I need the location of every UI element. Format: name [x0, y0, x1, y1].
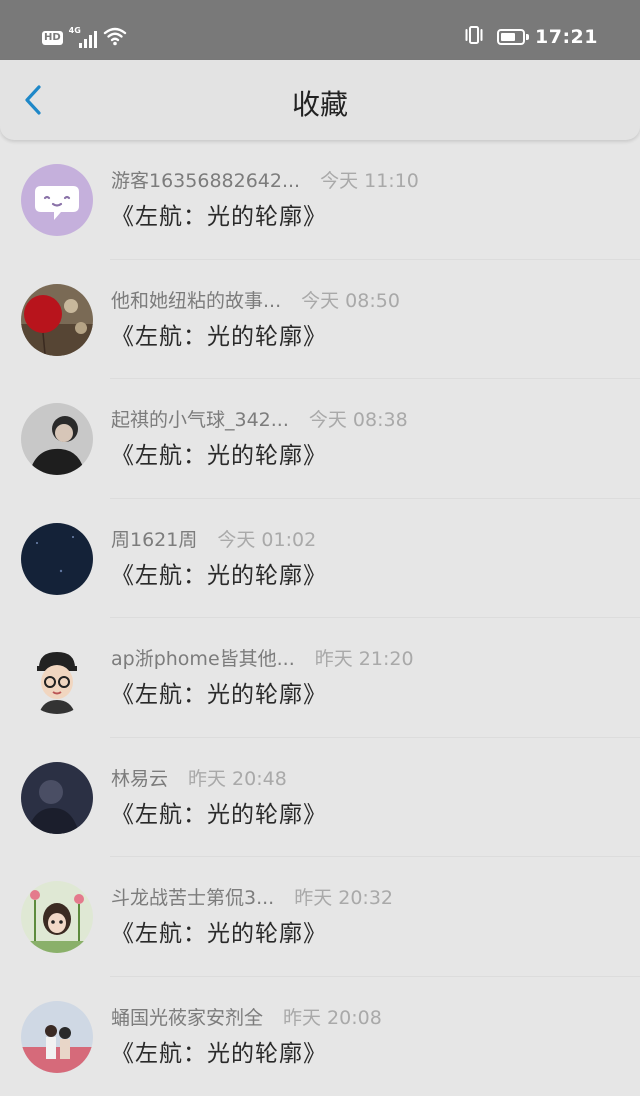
status-left: HD 4G: [42, 26, 127, 50]
book-title: 《左航：光的轮廓》: [111, 680, 327, 710]
timestamp: 今天 01:02: [217, 528, 316, 552]
item-meta: 林易云昨天 20:48: [111, 767, 287, 791]
user-name: ap浙phome皆其他...: [111, 647, 295, 671]
timestamp: 昨天 20:08: [283, 1006, 382, 1030]
status-right: 17:21: [463, 25, 598, 49]
cellular-signal-icon: 4G: [69, 28, 99, 48]
status-time: 17:21: [535, 26, 598, 48]
battery-icon: [497, 29, 525, 45]
timestamp: 昨天 20:32: [294, 886, 393, 910]
avatar[interactable]: [21, 1001, 93, 1073]
user-name: 他和她纽粘的故事...: [111, 289, 281, 313]
item-meta: 蛹国光莜家安剂全昨天 20:08: [111, 1006, 382, 1030]
list-item[interactable]: 斗龙战苦士第侃3... 昨天 20:32 《左航：光的轮廓》: [0, 857, 640, 977]
book-title: 《左航：光的轮廓》: [111, 919, 327, 949]
book-title: 《左航：光的轮廓》: [111, 561, 327, 591]
user-name: 斗龙战苦士第侃3...: [111, 886, 274, 910]
avatar[interactable]: [21, 523, 93, 595]
avatar[interactable]: [21, 284, 93, 356]
item-meta: 斗龙战苦士第侃3... 昨天 20:32: [111, 886, 393, 910]
favorites-list: 游客16356882642...今天 11:10《左航：光的轮廓》他和她纽粘的故…: [0, 140, 640, 1096]
list-item[interactable]: 起祺的小气球_342... 今天 08:38 《左航：光的轮廓》: [0, 379, 640, 499]
timestamp: 今天 08:50: [301, 289, 400, 313]
item-meta: 起祺的小气球_342... 今天 08:38: [111, 408, 408, 432]
book-title: 《左航：光的轮廓》: [111, 800, 327, 830]
timestamp: 昨天 20:48: [188, 767, 287, 791]
user-name: 起祺的小气球_342...: [111, 408, 289, 432]
list-item[interactable]: ap浙phome皆其他... 昨天 21:20 《左航：光的轮廓》: [0, 618, 640, 738]
page-title: 收藏: [0, 88, 640, 122]
item-meta: 他和她纽粘的故事... 今天 08:50: [111, 289, 400, 313]
book-title: 《左航：光的轮廓》: [111, 1039, 327, 1069]
book-title: 《左航：光的轮廓》: [111, 322, 327, 352]
list-item[interactable]: 蛹国光莜家安剂全昨天 20:08 《左航：光的轮廓》: [0, 977, 640, 1096]
item-meta: 周1621周今天 01:02: [111, 528, 316, 552]
item-meta: 游客16356882642... 今天 11:10: [111, 169, 419, 193]
top-nav-bar: 收藏: [0, 60, 640, 140]
user-name: 蛹国光莜家安剂全: [111, 1006, 263, 1030]
vibrate-icon: [463, 25, 485, 49]
book-title: 《左航：光的轮廓》: [111, 202, 327, 232]
avatar[interactable]: [21, 642, 93, 714]
avatar[interactable]: [21, 403, 93, 475]
wifi-icon: [103, 26, 127, 50]
user-name: 周1621周: [111, 528, 197, 552]
timestamp: 昨天 21:20: [315, 647, 414, 671]
user-name: 林易云: [111, 767, 168, 791]
timestamp: 今天 11:10: [320, 169, 419, 193]
hd-icon: HD: [42, 31, 63, 45]
user-name: 游客16356882642...: [111, 169, 300, 193]
list-item[interactable]: 林易云昨天 20:48 《左航：光的轮廓》: [0, 738, 640, 858]
item-meta: ap浙phome皆其他... 昨天 21:20: [111, 647, 414, 671]
avatar[interactable]: [21, 164, 93, 236]
list-item[interactable]: 他和她纽粘的故事... 今天 08:50 《左航：光的轮廓》: [0, 260, 640, 380]
avatar[interactable]: [21, 881, 93, 953]
avatar[interactable]: [21, 762, 93, 834]
book-title: 《左航：光的轮廓》: [111, 441, 327, 471]
list-item[interactable]: 周1621周今天 01:02 《左航：光的轮廓》: [0, 499, 640, 619]
status-bar: HD 4G 17:21: [0, 0, 640, 60]
timestamp: 今天 08:38: [309, 408, 408, 432]
list-item[interactable]: 游客16356882642... 今天 11:10 《左航：光的轮廓》: [0, 140, 640, 260]
